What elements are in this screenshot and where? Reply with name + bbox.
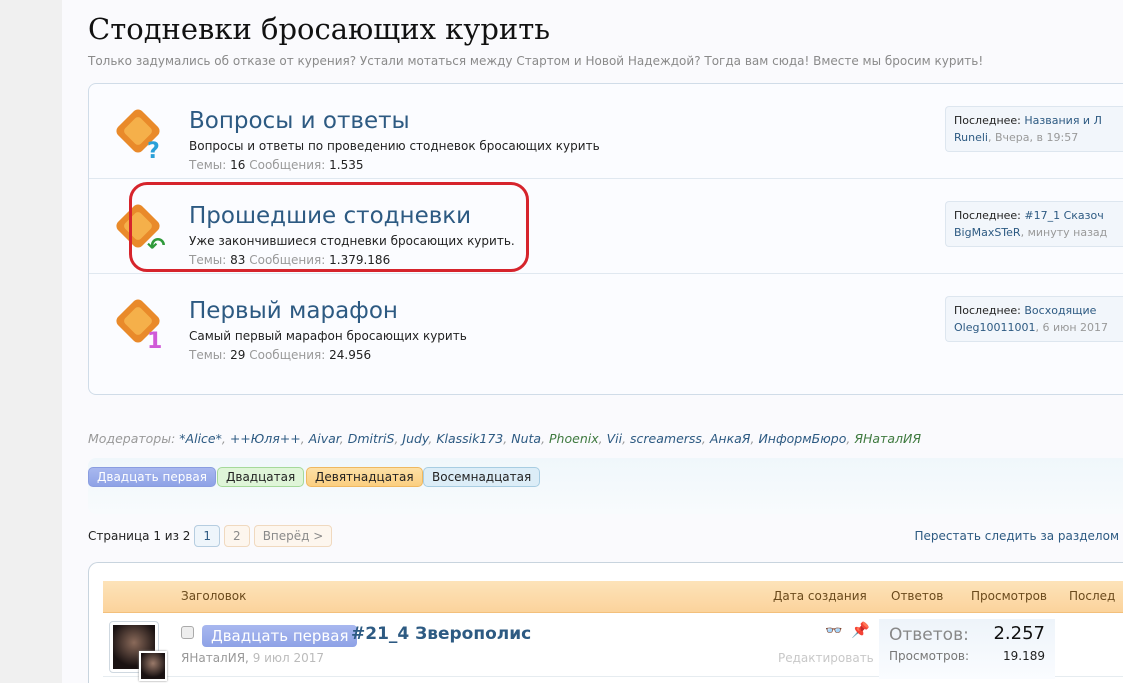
- last-post-title[interactable]: Названия и Л: [1024, 114, 1101, 127]
- page-title: Стодневки бросающих курить: [88, 12, 551, 46]
- replies-count: 2.257: [993, 623, 1045, 644]
- thread-stats: Ответов: 2.257 Просмотров: 19.189: [879, 619, 1055, 679]
- thread-date: 9 июл 2017: [252, 651, 325, 665]
- node-description: Вопросы и ответы по проведению стодневок…: [189, 139, 600, 153]
- next-page-button[interactable]: Вперёд >: [253, 525, 333, 547]
- col-created[interactable]: Дата создания: [773, 589, 867, 603]
- node-description: Самый первый марафон бросающих курить: [189, 329, 467, 343]
- last-post-title[interactable]: Восходящие: [1024, 304, 1096, 317]
- moderators-label: Модераторы:: [88, 431, 176, 446]
- thread-author[interactable]: ЯНаталИЯ: [181, 651, 245, 665]
- thread-list: Заголовок Дата создания Ответов Просмотр…: [88, 562, 1123, 683]
- unwatch-forum-link[interactable]: Перестать следить за разделом: [915, 529, 1120, 543]
- col-views[interactable]: Просмотров: [971, 589, 1047, 603]
- moderator-link[interactable]: ++Юля++: [230, 431, 301, 446]
- node-title[interactable]: Вопросы и ответы: [189, 108, 410, 134]
- moderator-link[interactable]: АнкаЯ: [710, 431, 751, 446]
- node-stats: Темы: 29 Сообщения: 24.956: [189, 348, 372, 362]
- moderator-link[interactable]: Klassik173: [436, 431, 503, 446]
- node-badge-icon: ?: [147, 139, 160, 162]
- moderator-link[interactable]: ИнформБюро: [758, 431, 846, 446]
- handshake-icon: 1: [113, 296, 169, 354]
- col-last[interactable]: Послед: [1069, 589, 1115, 603]
- pin-icon: 📌: [851, 621, 870, 639]
- moderator-link[interactable]: DmitriS: [348, 431, 395, 446]
- last-post-user[interactable]: Oleg10011001: [954, 321, 1035, 334]
- moderator-link[interactable]: Vii: [607, 431, 623, 446]
- node-last-post: Последнее: #17_1 Сказоч BigMaxSTeR, минут…: [945, 201, 1123, 247]
- edit-thread-link[interactable]: Редактировать: [778, 651, 874, 665]
- last-post-title[interactable]: #17_1 Сказоч: [1024, 209, 1103, 222]
- prefix-filter-19[interactable]: Девятнадцатая: [306, 467, 423, 487]
- node-title[interactable]: Первый марафон: [189, 298, 398, 324]
- pagination: Страница 1 из 2 1 2 Вперёд >: [88, 525, 333, 547]
- page-1-button[interactable]: 1: [194, 525, 221, 547]
- thread-prefix[interactable]: Двадцать первая: [202, 625, 358, 647]
- moderator-link[interactable]: Aivar: [309, 431, 340, 446]
- moderators-list: Модераторы: *Alice*, ++Юля++, Aivar, Dmi…: [88, 431, 922, 446]
- moderator-link[interactable]: Judy: [402, 431, 428, 446]
- prefix-filter-21[interactable]: Двадцать первая: [88, 467, 216, 487]
- highlight-annotation: [129, 182, 529, 272]
- thread-select-checkbox[interactable]: [181, 626, 194, 639]
- views-label: Просмотров:: [889, 649, 970, 663]
- page-description: Только задумались об отказе от курения? …: [88, 54, 984, 68]
- page-2-button[interactable]: 2: [224, 525, 250, 547]
- prefix-filter-bar: Двадцать первая Двадцатая Девятнадцатая …: [88, 458, 1123, 514]
- node-badge-icon: 1: [147, 329, 162, 352]
- thread-title[interactable]: #21_4 Зверополис: [351, 624, 531, 644]
- glasses-icon: 👓: [825, 623, 843, 639]
- node-stats: Темы: 16 Сообщения: 1.535: [189, 158, 364, 172]
- last-post-user[interactable]: Runeli: [954, 131, 988, 144]
- last-post-user[interactable]: BigMaxSTeR: [954, 226, 1021, 239]
- views-count: 19.189: [1003, 649, 1045, 663]
- main-content: Стодневки бросающих курить Только задума…: [62, 0, 1123, 683]
- col-title[interactable]: Заголовок: [181, 589, 246, 603]
- moderator-link[interactable]: ЯНаталИЯ: [854, 431, 921, 446]
- moderator-link[interactable]: Phoenix: [549, 431, 599, 446]
- moderator-link[interactable]: screamerss: [630, 431, 702, 446]
- handshake-icon: ?: [113, 106, 169, 164]
- node-last-post: Последнее: Названия и Л Runeli, Вчера, в …: [945, 106, 1123, 152]
- last-poster-avatar[interactable]: [139, 651, 167, 681]
- prefix-filter-20[interactable]: Двадцатая: [217, 467, 305, 487]
- forum-node: ? Вопросы и ответы Вопросы и ответы по п…: [89, 84, 1123, 179]
- replies-label: Ответов:: [889, 625, 969, 645]
- thread-list-header: Заголовок Дата создания Ответов Просмотр…: [103, 581, 1123, 613]
- col-replies[interactable]: Ответов: [891, 589, 943, 603]
- moderator-link[interactable]: Nuta: [511, 431, 541, 446]
- thread-row: Двадцать первая #21_4 Зверополис ЯНаталИ…: [103, 615, 1123, 681]
- node-last-post: Последнее: Восходящие Oleg10011001, 6 июн…: [945, 296, 1123, 342]
- page-info: Страница 1 из 2: [88, 529, 191, 543]
- forum-node: 1 Первый марафон Самый первый марафон бр…: [89, 274, 1123, 369]
- moderator-link[interactable]: *Alice*: [179, 431, 222, 446]
- prefix-filter-18[interactable]: Восемнадцатая: [423, 467, 541, 487]
